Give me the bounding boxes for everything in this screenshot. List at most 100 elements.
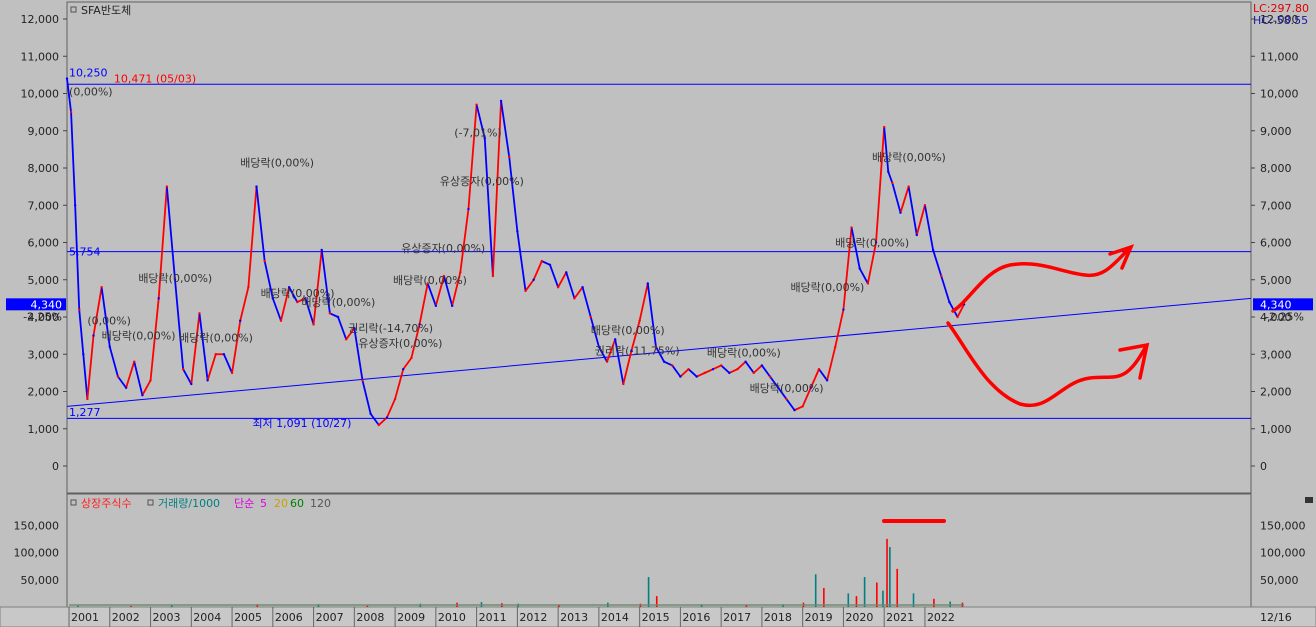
price-point <box>410 356 413 360</box>
price-point <box>141 394 144 397</box>
price-point <box>508 155 511 159</box>
price-point <box>402 367 405 371</box>
x-tick-year: 2019 <box>805 611 833 624</box>
price-point <box>92 334 95 337</box>
chart-annotation: 배당락(0,00%) <box>835 237 909 250</box>
chart-annotation: 최저 1,091 (10/27) <box>252 417 351 430</box>
x-tick-year: 2017 <box>723 611 751 624</box>
price-point <box>671 364 674 367</box>
price-point <box>752 371 755 375</box>
price-point <box>850 226 853 229</box>
price-point <box>69 110 73 114</box>
price-point <box>907 185 910 188</box>
volume-panel <box>66 493 1252 608</box>
price-point <box>312 323 315 326</box>
volume-title: 상장주식수 <box>81 497 132 510</box>
chart-annotation: 배당락(0,00%) <box>750 382 824 395</box>
volume-legend-item: 거래량/1000 <box>158 497 220 510</box>
price-point <box>181 367 185 371</box>
price-point <box>532 278 535 281</box>
volume-bar <box>647 577 650 607</box>
price-point <box>817 367 821 371</box>
price-point <box>239 319 242 322</box>
volume-bar <box>814 574 817 607</box>
x-tick-year: 2012 <box>519 611 547 624</box>
price-point <box>931 248 935 252</box>
price-point <box>165 185 169 188</box>
price-point <box>638 319 641 322</box>
price-point <box>475 103 478 106</box>
volume-bar <box>130 605 132 607</box>
chart-annotation: 1,277 <box>69 406 101 419</box>
price-point <box>393 397 397 401</box>
price-point <box>214 353 217 356</box>
price-point <box>263 259 266 263</box>
price-point <box>887 170 890 173</box>
price-point <box>86 397 89 401</box>
chart-annotation: 유상증자(0,00%) <box>440 175 524 188</box>
price-point <box>556 286 560 289</box>
current-pct-right: -2.25% <box>1265 310 1304 323</box>
price-point <box>801 405 804 408</box>
volume-bar <box>889 547 891 607</box>
price-point <box>133 360 136 363</box>
current-pct-left: -2.25% <box>23 310 62 323</box>
price-point <box>899 211 902 214</box>
price-point <box>540 259 544 263</box>
volume-legend-item: 5 <box>260 497 267 510</box>
price-point <box>516 230 519 233</box>
price-point <box>622 382 625 386</box>
price-point <box>834 345 837 348</box>
volume-tick-left: 50,000 <box>21 574 60 587</box>
price-point <box>73 204 77 207</box>
y-tick-left: 7,000 <box>28 199 60 212</box>
x-tick-year: 2008 <box>356 611 384 624</box>
price-point <box>279 319 283 322</box>
chart-annotation: 배당락(0,00%) <box>707 346 781 359</box>
y-tick-right: 1,000 <box>1260 423 1292 436</box>
y-tick-right: 11,000 <box>1260 50 1299 63</box>
price-point <box>613 338 617 341</box>
x-tick-year: 2014 <box>601 611 629 624</box>
x-tick-year: 2018 <box>764 611 792 624</box>
x-tick-year: 2003 <box>153 611 181 624</box>
volume-bar <box>886 538 888 607</box>
price-point <box>915 233 918 237</box>
y-tick-left: 1,000 <box>28 423 60 436</box>
x-tick-year: 2009 <box>397 611 425 624</box>
price-point <box>711 367 715 371</box>
chart-annotation: 5,754 <box>69 246 101 259</box>
price-panel <box>66 1 1252 494</box>
price-point <box>450 304 454 308</box>
price-point <box>467 207 470 211</box>
price-point <box>524 289 527 293</box>
stock-chart: 12,000 12,00011,000 11,00010,000 10,0009,00… <box>0 1 1316 627</box>
price-point <box>842 308 845 311</box>
chart-annotation: 배당락(0,00%) <box>591 324 665 337</box>
chart-window: 12,000 12,000 11,000 11,000 10,000 10,000 9,00… <box>0 0 1316 627</box>
price-point <box>361 379 364 382</box>
chart-annotation: 배당락(0,00%) <box>393 274 467 287</box>
price-point <box>377 423 380 427</box>
chart-title: SFA반도체 <box>81 4 131 17</box>
price-point <box>760 364 764 367</box>
y-tick-right: 6,000 <box>1260 237 1292 250</box>
price-point <box>320 248 323 252</box>
chart-annotation: (0,00%) <box>69 86 113 99</box>
y-tick-left: 6,000 <box>28 237 60 250</box>
price-point <box>744 360 747 363</box>
price-point <box>940 274 943 278</box>
price-point <box>108 345 111 348</box>
price-point <box>825 379 829 382</box>
y-tick-right: 0 <box>1260 460 1267 473</box>
price-point <box>565 271 568 274</box>
volume-tick-left: 100,000 <box>14 547 60 560</box>
volume-legend-item: 120 <box>310 497 331 510</box>
price-point <box>336 315 340 319</box>
price-point <box>222 353 226 356</box>
price-point <box>255 185 258 188</box>
volume-tick-right: 150,000 <box>1260 519 1306 532</box>
chart-annotation: (-7,01%) <box>454 127 502 140</box>
x-tick-year: 2022 <box>927 611 955 624</box>
price-point <box>695 375 698 378</box>
